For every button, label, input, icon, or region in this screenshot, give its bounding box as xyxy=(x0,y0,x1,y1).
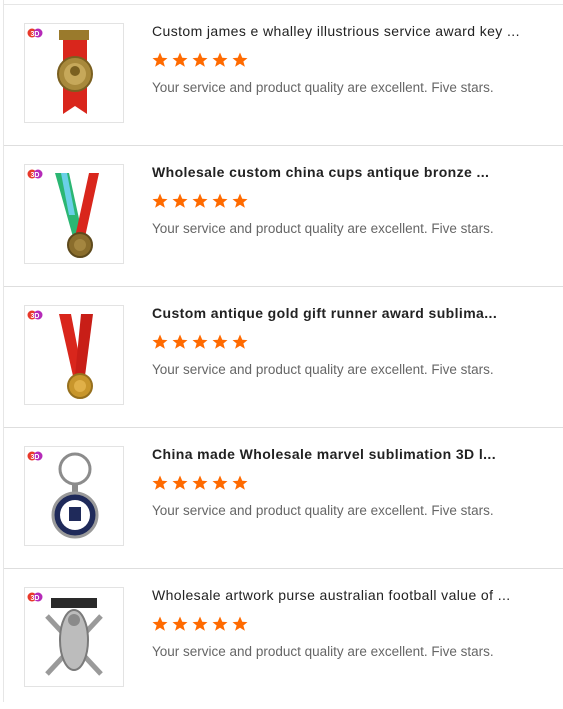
star-icon xyxy=(152,334,168,349)
product-thumbnail[interactable]: 3D xyxy=(24,23,124,123)
star-icon xyxy=(212,52,228,67)
star-icon xyxy=(152,475,168,490)
review-title[interactable]: Wholesale custom china cups antique bron… xyxy=(152,164,547,180)
review-comment: Your service and product quality are exc… xyxy=(152,362,494,377)
star-icon xyxy=(152,193,168,208)
star-icon xyxy=(172,52,188,67)
star-icon xyxy=(192,193,208,208)
review-comment: Your service and product quality are exc… xyxy=(152,503,494,518)
badge-3d-icon: 3D xyxy=(27,28,43,38)
review-title[interactable]: Wholesale artwork purse australian footb… xyxy=(152,587,547,603)
star-icon xyxy=(212,193,228,208)
badge-3d-icon: 3D xyxy=(27,310,43,320)
review-title[interactable]: Custom antique gold gift runner award su… xyxy=(152,305,547,321)
badge-3d-icon: 3D xyxy=(27,592,43,602)
star-icon xyxy=(192,52,208,67)
review-title[interactable]: Custom james e whalley illustrious servi… xyxy=(152,23,547,39)
review-list: 3D Custom james e whalley illustrious se… xyxy=(4,5,563,709)
review-title[interactable]: China made Wholesale marvel sublimation … xyxy=(152,446,547,462)
star-icon xyxy=(172,616,188,631)
star-icon xyxy=(232,193,248,208)
star-icon xyxy=(192,475,208,490)
badge-3d-icon: 3D xyxy=(27,451,43,461)
star-icon xyxy=(232,616,248,631)
star-icon xyxy=(192,616,208,631)
product-thumbnail[interactable]: 3D xyxy=(24,587,124,687)
star-icon xyxy=(192,334,208,349)
review-comment: Your service and product quality are exc… xyxy=(152,221,494,236)
star-icon xyxy=(232,475,248,490)
star-icon xyxy=(212,334,228,349)
star-icon xyxy=(212,475,228,490)
star-rating xyxy=(151,333,249,351)
review-item: 3D Wholesale artwork purse australian fo… xyxy=(4,569,563,709)
star-icon xyxy=(212,616,228,631)
star-rating xyxy=(151,615,249,633)
badge-3d-icon: 3D xyxy=(27,169,43,179)
star-icon xyxy=(232,334,248,349)
product-thumbnail[interactable]: 3D xyxy=(24,305,124,405)
star-rating xyxy=(151,51,249,69)
review-item: 3D China made Wholesale marvel sublimati… xyxy=(4,428,563,569)
star-rating xyxy=(151,192,249,210)
svg-text:3D: 3D xyxy=(31,454,40,461)
svg-text:3D: 3D xyxy=(31,172,40,179)
svg-text:3D: 3D xyxy=(31,31,40,38)
review-comment: Your service and product quality are exc… xyxy=(152,644,494,659)
product-thumbnail[interactable]: 3D xyxy=(24,446,124,546)
review-item: 3D Wholesale custom china cups antique b… xyxy=(4,146,563,287)
star-icon xyxy=(152,616,168,631)
svg-text:3D: 3D xyxy=(31,313,40,320)
review-item: 3D Custom james e whalley illustrious se… xyxy=(4,5,563,146)
svg-text:3D: 3D xyxy=(31,595,40,602)
review-item: 3D Custom antique gold gift runner award… xyxy=(4,287,563,428)
star-icon xyxy=(172,193,188,208)
product-thumbnail[interactable]: 3D xyxy=(24,164,124,264)
star-icon xyxy=(172,475,188,490)
star-icon xyxy=(172,334,188,349)
star-icon xyxy=(152,52,168,67)
star-rating xyxy=(151,474,249,492)
star-icon xyxy=(232,52,248,67)
review-comment: Your service and product quality are exc… xyxy=(152,80,494,95)
